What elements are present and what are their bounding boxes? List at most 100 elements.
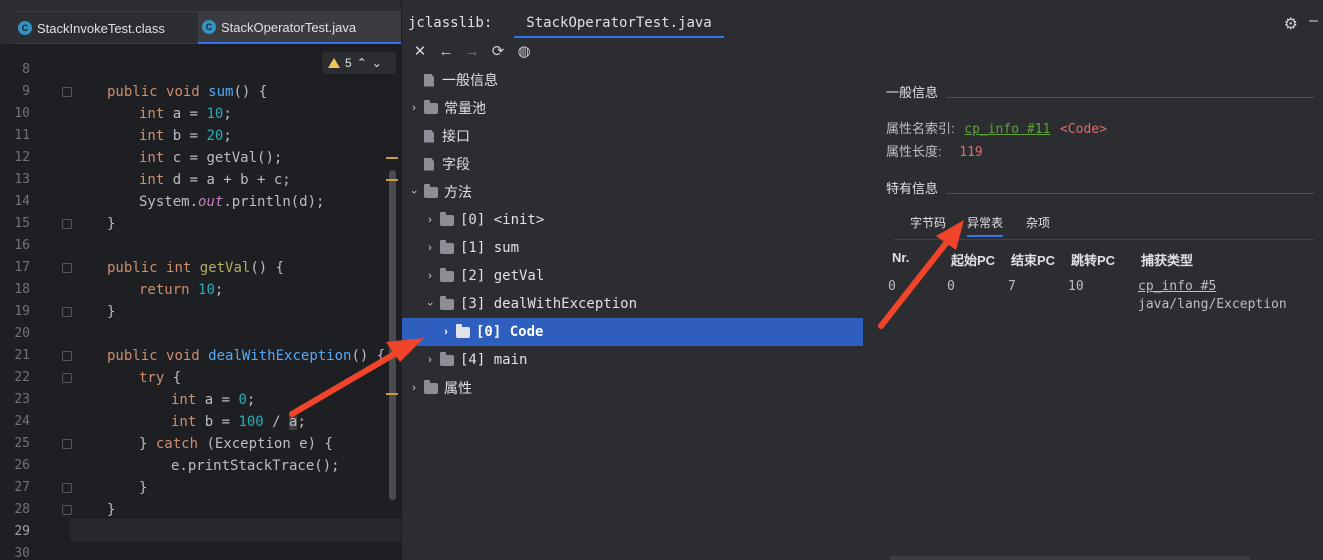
code-line-28[interactable]: }	[107, 499, 115, 521]
tree-item-method-main[interactable]: › [4] main	[402, 346, 863, 374]
column-header-handler-pc[interactable]: 跳转PC	[1071, 250, 1115, 269]
warning-marker[interactable]	[386, 157, 398, 159]
minimize-icon[interactable]: –	[1309, 12, 1318, 30]
code-line-23[interactable]: int a = 0;	[171, 389, 255, 411]
fold-marker-icon[interactable]	[62, 439, 72, 449]
tree-item-label: [3] dealWithException	[460, 296, 638, 312]
tree-item-code-attribute[interactable]: › [0] Code	[402, 318, 863, 346]
fold-marker-icon[interactable]	[62, 505, 72, 515]
fold-marker-icon[interactable]	[62, 87, 72, 97]
fold-marker-icon[interactable]	[62, 483, 72, 493]
code-line-13[interactable]: int d = a + b + c;	[139, 169, 291, 191]
fold-marker-icon[interactable]	[62, 307, 72, 317]
tab-bytecode[interactable]: 字节码	[910, 214, 946, 231]
tree-item-fields[interactable]: 字段	[402, 150, 863, 178]
chevron-right-icon[interactable]: ›	[424, 214, 436, 226]
globe-icon[interactable]: ◍	[514, 42, 534, 60]
editor-scrollbar[interactable]	[389, 170, 396, 500]
line-number: 25	[14, 436, 30, 451]
attribute-name-index-link[interactable]: cp_info #11	[964, 122, 1050, 137]
tab-stack-invoke-test[interactable]: C StackInvokeTest.class	[14, 12, 196, 44]
code-editor[interactable]: C StackInvokeTest.class C StackOperatorT…	[0, 0, 401, 560]
line-number: 23	[14, 392, 30, 407]
code-line-15[interactable]: }	[107, 213, 115, 235]
chevron-down-icon[interactable]: ⌄	[372, 56, 382, 70]
attribute-length-value: 119	[959, 145, 983, 160]
warning-marker[interactable]	[386, 179, 398, 181]
code-line-26[interactable]: e.printStackTrace();	[171, 455, 340, 477]
code-line-18[interactable]: return 10;	[139, 279, 223, 301]
tree-item-label: [1] sum	[460, 240, 520, 256]
class-file-icon: C	[202, 20, 216, 34]
folder-icon	[424, 183, 438, 198]
fold-marker-icon[interactable]	[62, 351, 72, 361]
line-number: 15	[14, 216, 30, 231]
chevron-right-icon[interactable]: ›	[424, 242, 436, 254]
code-line-24[interactable]: int b = 100 / a;	[171, 411, 306, 433]
chevron-down-icon[interactable]: ›	[424, 298, 436, 310]
chevron-right-icon[interactable]: ›	[408, 102, 420, 114]
column-header-end-pc[interactable]: 结束PC	[1011, 250, 1055, 269]
code-line-27[interactable]: }	[139, 477, 147, 499]
code-line-14[interactable]: System.out.println(d);	[139, 191, 324, 213]
chevron-right-icon[interactable]: ›	[408, 382, 420, 394]
chevron-up-icon[interactable]: ⌃	[357, 56, 367, 70]
warning-count: 5	[345, 56, 352, 70]
fold-marker-icon[interactable]	[62, 373, 72, 383]
tree-item-method-dealwithexception[interactable]: › [3] dealWithException	[402, 290, 863, 318]
code-text: }	[107, 304, 116, 320]
tree-item-general-info[interactable]: 一般信息	[402, 66, 863, 94]
tab-stack-operator-test[interactable]: C StackOperatorTest.java	[198, 12, 401, 44]
chevron-down-icon[interactable]: ›	[408, 186, 420, 198]
tree-item-method-sum[interactable]: › [1] sum	[402, 234, 863, 262]
line-number: 27	[14, 480, 30, 495]
tree-item-label: [0] <init>	[460, 212, 545, 228]
tab-underline	[894, 239, 1314, 240]
code-text: ;	[214, 282, 224, 298]
fold-marker-icon[interactable]	[62, 219, 72, 229]
class-file-icon: C	[18, 21, 32, 35]
inspection-widget[interactable]: 5 ⌃ ⌄	[322, 52, 396, 74]
back-arrow-icon[interactable]: ←	[436, 43, 456, 60]
tab-class-file[interactable]: StackOperatorTest.java	[514, 8, 724, 38]
cell-catch-type-link[interactable]: cp_info #5	[1138, 279, 1216, 294]
tree-item-label: [0] Code	[476, 324, 544, 340]
forward-arrow-icon[interactable]: →	[462, 43, 482, 60]
chevron-right-icon[interactable]: ›	[424, 354, 436, 366]
horizontal-scrollbar[interactable]	[890, 556, 1250, 560]
tree-item-attributes[interactable]: › 属性	[402, 374, 863, 402]
code-line-21[interactable]: public void dealWithException() {	[107, 345, 385, 367]
fold-marker-icon[interactable]	[62, 263, 72, 273]
code-line-12[interactable]: int c = getVal();	[139, 147, 282, 169]
tree-item-method-getval[interactable]: › [2] getVal	[402, 262, 863, 290]
refresh-icon[interactable]: ⟳	[488, 42, 508, 60]
code-line-11[interactable]: int b = 20;	[139, 125, 232, 147]
column-header-catch-type[interactable]: 捕获类型	[1141, 250, 1193, 269]
code-line-22[interactable]: try {	[139, 367, 181, 389]
column-header-start-pc[interactable]: 起始PC	[951, 250, 995, 269]
chevron-right-icon[interactable]: ›	[424, 270, 436, 282]
tab-misc[interactable]: 杂项	[1026, 214, 1050, 231]
folder-icon	[440, 351, 454, 366]
column-header-nr[interactable]: Nr.	[892, 250, 909, 265]
close-icon[interactable]: ✕	[410, 42, 430, 60]
tree-item-constant-pool[interactable]: › 常量池	[402, 94, 863, 122]
tree-item-interfaces[interactable]: 接口	[402, 122, 863, 150]
warning-marker[interactable]	[386, 393, 398, 395]
tab-exception-table[interactable]: 异常表	[967, 214, 1004, 237]
tree-item-methods[interactable]: › 方法	[402, 178, 863, 206]
code-line-25[interactable]: } catch (Exception e) {	[139, 433, 333, 455]
line-number: 9	[22, 84, 30, 99]
cell-handler-pc: 10	[1068, 279, 1084, 294]
chevron-right-icon[interactable]: ›	[440, 326, 452, 338]
keyword: int	[139, 128, 165, 144]
gear-icon[interactable]: ⚙	[1284, 14, 1298, 34]
code-line-9[interactable]: public void sum() {	[107, 81, 267, 103]
keyword: int	[171, 414, 197, 430]
code-line-19[interactable]: }	[107, 301, 115, 323]
line-number: 17	[14, 260, 30, 275]
tree-item-method-init[interactable]: › [0] <init>	[402, 206, 863, 234]
code-text: .println(d);	[223, 194, 325, 210]
code-line-10[interactable]: int a = 10;	[139, 103, 232, 125]
code-line-17[interactable]: public int getVal() {	[107, 257, 284, 279]
